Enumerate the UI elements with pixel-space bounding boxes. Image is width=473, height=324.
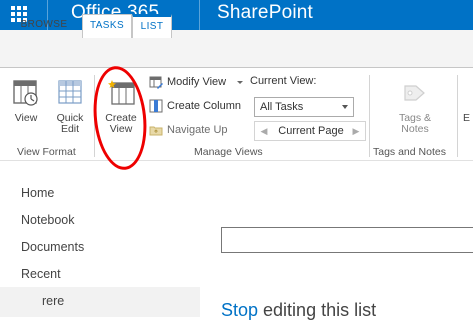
chevron-down-icon xyxy=(237,81,243,84)
navigate-up-label: Navigate Up xyxy=(167,124,228,136)
next-page-icon[interactable]: ▶ xyxy=(349,122,363,140)
create-column-label: Create Column xyxy=(167,100,241,112)
tags-notes-button[interactable]: Tags & Notes xyxy=(390,78,440,138)
search-input[interactable] xyxy=(221,227,473,253)
stop-editing-banner: Stop editing this list xyxy=(221,300,376,321)
group-label-manage-views: Manage Views xyxy=(194,146,263,158)
current-view-select[interactable]: All Tasks xyxy=(254,97,354,117)
create-column-button[interactable]: Create Column xyxy=(149,97,249,115)
tag-icon xyxy=(404,85,425,101)
folder-up-icon xyxy=(149,126,163,136)
nav-subitem-label: rere xyxy=(42,294,65,308)
group-divider xyxy=(369,75,370,157)
nav-item-documents[interactable]: Documents xyxy=(21,240,84,254)
datasheet-view-icon xyxy=(13,80,38,106)
group-label-tags-notes: Tags and Notes xyxy=(373,146,446,158)
modify-view-button[interactable]: Modify View xyxy=(149,73,249,91)
view-button-label: View xyxy=(14,112,38,124)
navigate-up-button[interactable]: Navigate Up xyxy=(149,121,249,139)
suite-divider xyxy=(199,0,200,30)
stop-editing-text: editing this list xyxy=(258,300,377,320)
nav-item-notebook[interactable]: Notebook xyxy=(21,213,75,227)
quick-edit-label-2: Edit xyxy=(60,123,80,135)
current-view-label: Current View: xyxy=(250,75,317,87)
tags-notes-label-2: Notes xyxy=(401,123,429,135)
modify-view-icon xyxy=(149,76,163,89)
tab-browse[interactable]: BROWSE xyxy=(12,14,76,38)
group-label-view-format: View Format xyxy=(17,146,76,158)
tab-list[interactable]: LIST xyxy=(132,14,172,38)
page-navigator: ◀ Current Page ▶ xyxy=(254,121,366,141)
grid-edit-icon xyxy=(58,80,82,104)
stop-editing-link[interactable]: Stop xyxy=(221,300,258,320)
ribbon-divider xyxy=(0,160,473,161)
nav-subitem-rere[interactable]: rere xyxy=(0,287,200,317)
group-divider xyxy=(457,75,458,157)
nav-item-home[interactable]: Home xyxy=(21,186,54,200)
truncated-ribbon-button[interactable]: E xyxy=(463,113,473,124)
sharepoint-app-title[interactable]: SharePoint xyxy=(217,1,313,25)
modify-view-label: Modify View xyxy=(167,76,227,88)
current-view-value: All Tasks xyxy=(260,101,304,113)
create-column-icon xyxy=(149,99,163,113)
nav-item-recent[interactable]: Recent xyxy=(21,267,61,281)
view-button[interactable]: View xyxy=(6,78,46,138)
chevron-down-icon xyxy=(342,105,348,109)
tab-tasks[interactable]: TASKS xyxy=(82,14,132,38)
quick-edit-button[interactable]: Quick Edit xyxy=(50,78,90,138)
